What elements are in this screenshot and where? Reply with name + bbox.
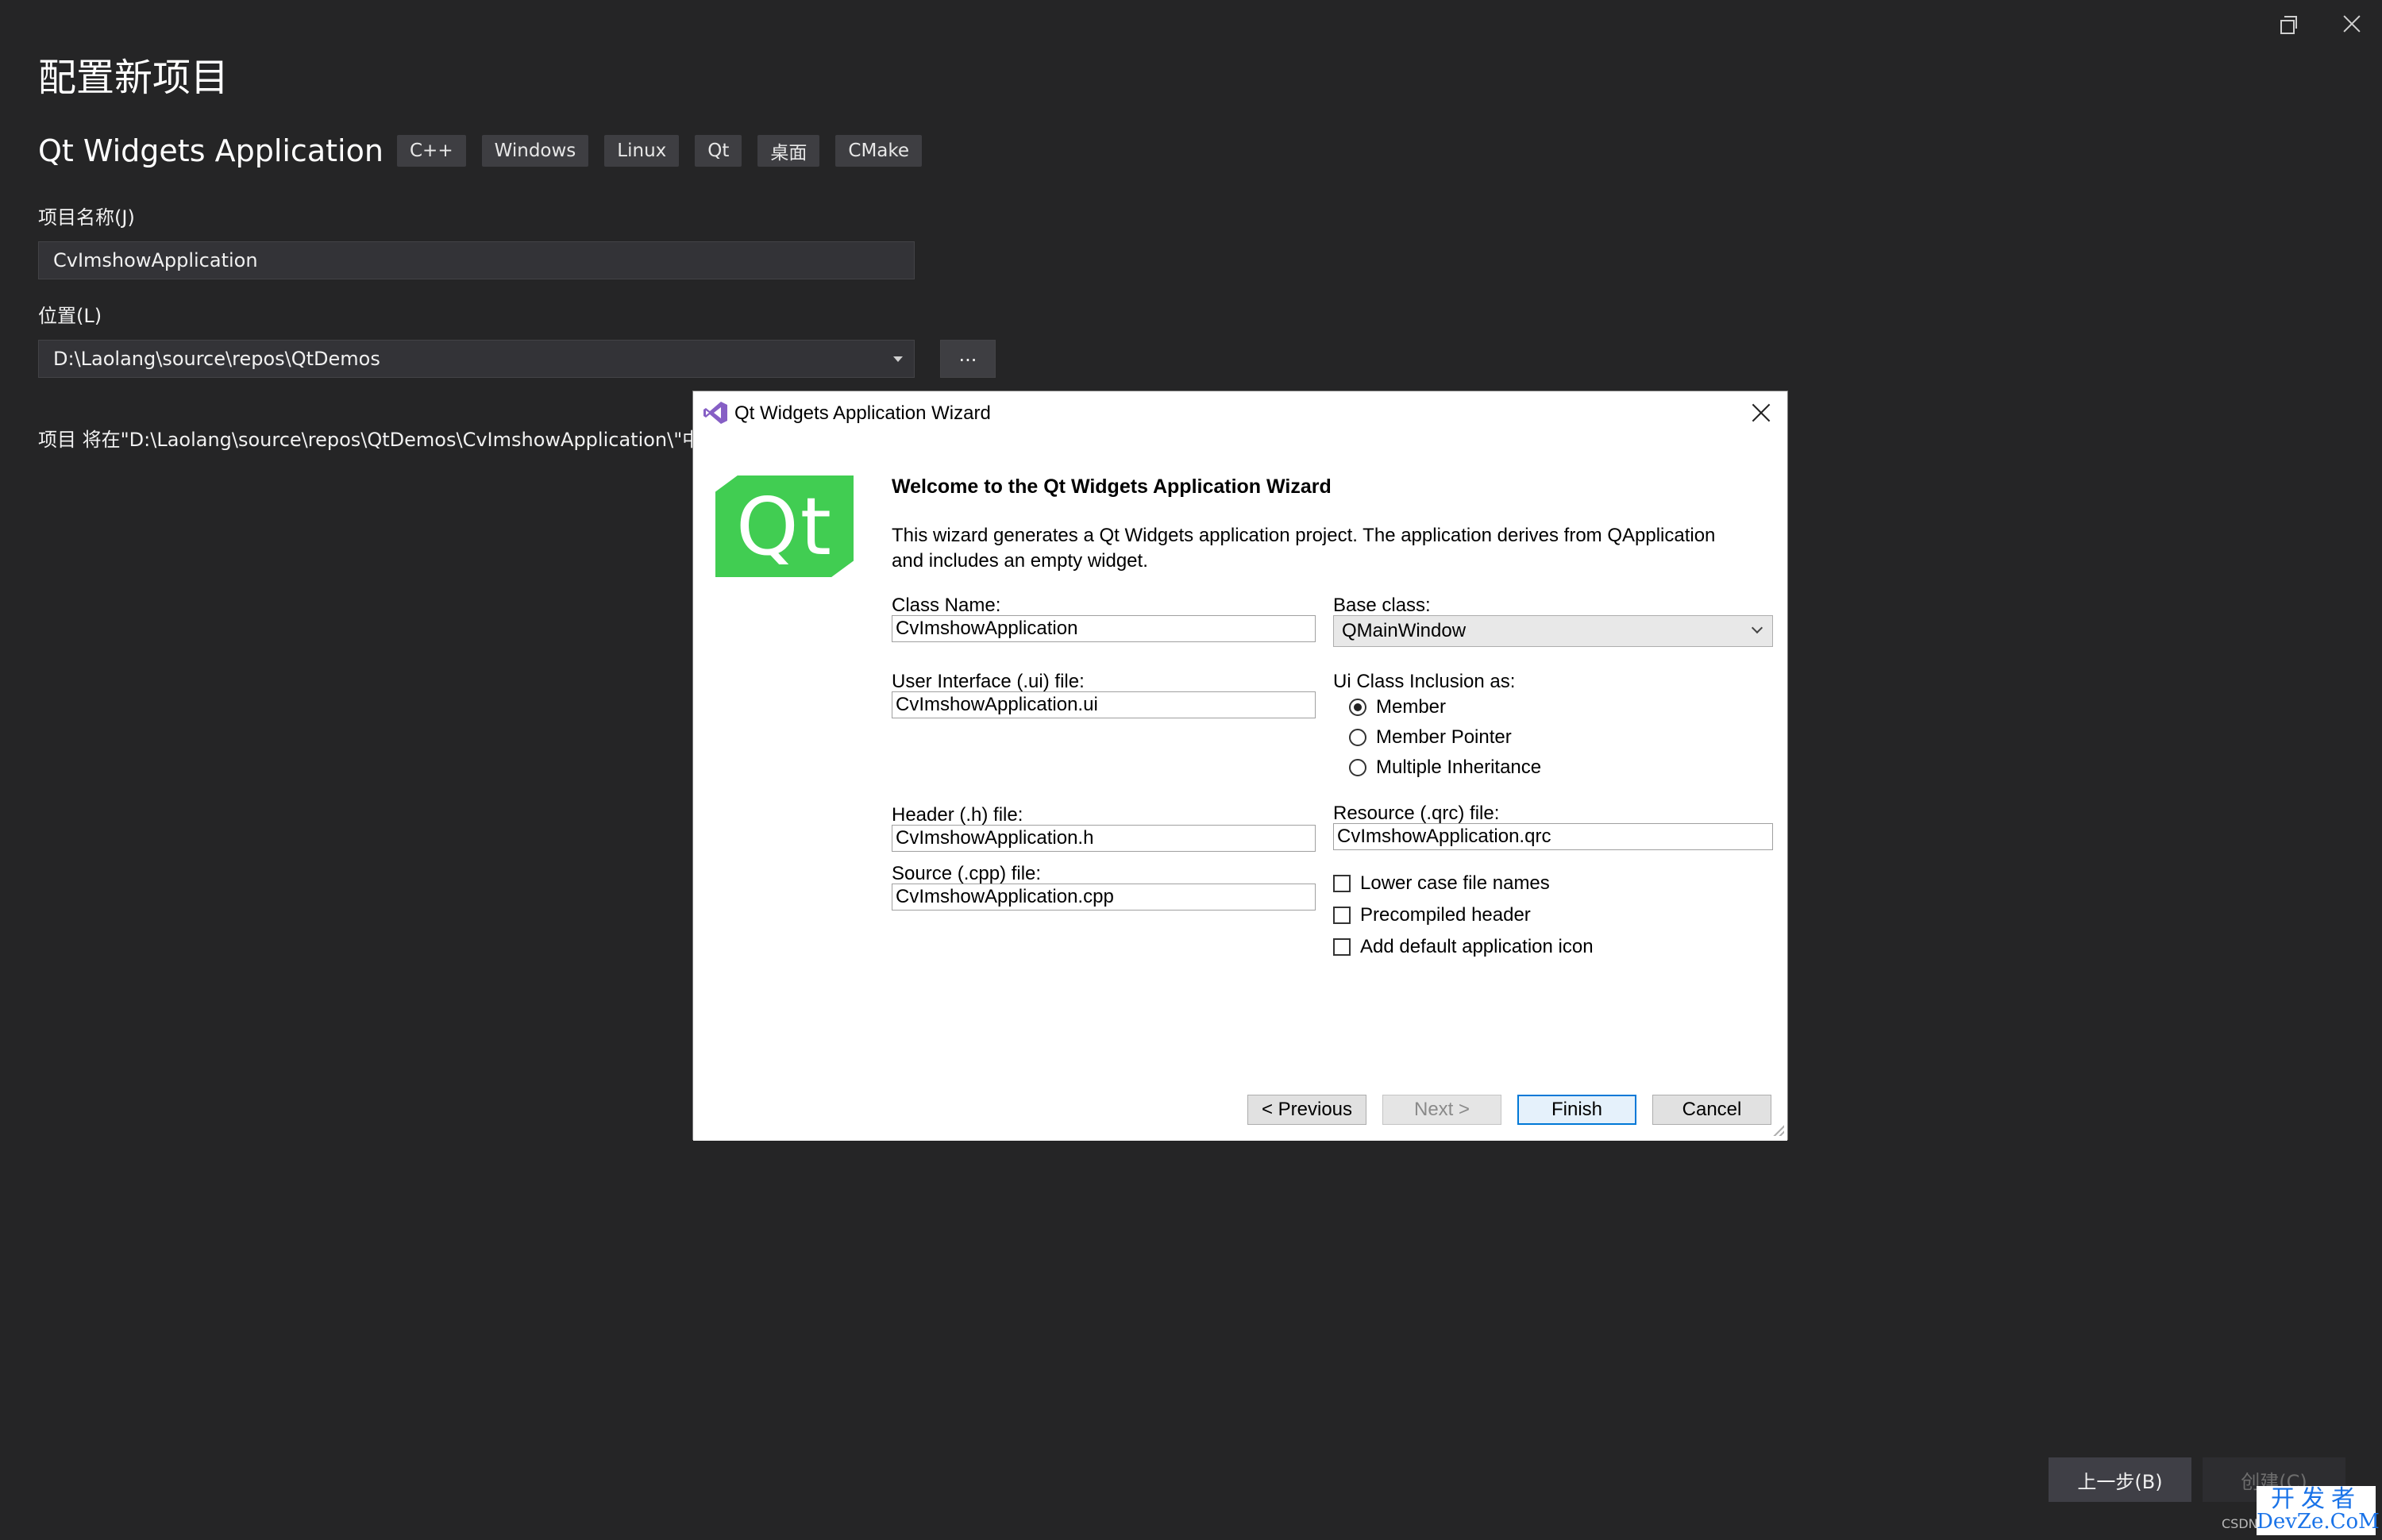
next-button[interactable]: Next > bbox=[1382, 1095, 1501, 1125]
resource-file-input[interactable]: CvImshowApplication.qrc bbox=[1333, 823, 1773, 850]
watermark-logo: 开发者 DevZe.CoM bbox=[2257, 1485, 2380, 1535]
finish-button[interactable]: Finish bbox=[1517, 1095, 1636, 1125]
checkbox-label: Precompiled header bbox=[1360, 904, 1531, 926]
close-icon bbox=[2343, 15, 2361, 33]
previous-button[interactable]: < Previous bbox=[1247, 1095, 1366, 1125]
source-file-label: Source (.cpp) file: bbox=[892, 863, 1042, 884]
project-name-label: 项目名称(J) bbox=[38, 206, 135, 229]
class-name-input[interactable]: CvImshowApplication bbox=[892, 615, 1316, 642]
radio-icon[interactable] bbox=[1349, 759, 1366, 776]
checkbox-icon[interactable] bbox=[1333, 907, 1351, 924]
watermark-top: 开发者 bbox=[2271, 1485, 2361, 1513]
watermark-csdn: CSDN bbox=[2222, 1516, 2258, 1531]
dialog-title: Qt Widgets Application Wizard bbox=[734, 402, 991, 424]
tag-windows: Windows bbox=[481, 135, 589, 167]
dialog-body: Qt Welcome to the Qt Widgets Application… bbox=[693, 434, 1787, 1141]
radio-multiple-inheritance[interactable]: Multiple Inheritance bbox=[1349, 757, 1541, 779]
header-file-input[interactable]: CvImshowApplication.h bbox=[892, 825, 1316, 852]
base-class-value: QMainWindow bbox=[1342, 620, 1467, 641]
wizard-heading: Welcome to the Qt Widgets Application Wi… bbox=[892, 475, 1332, 498]
ui-file-label: User Interface (.ui) file: bbox=[892, 671, 1085, 692]
checkbox-label: Add default application icon bbox=[1360, 936, 1594, 957]
tag-qt: Qt bbox=[695, 135, 742, 167]
class-name-label: Class Name: bbox=[892, 595, 1001, 616]
radio-label: Member Pointer bbox=[1376, 726, 1512, 748]
radio-member-pointer[interactable]: Member Pointer bbox=[1349, 726, 1512, 749]
base-class-label: Base class: bbox=[1333, 595, 1431, 616]
ui-file-input[interactable]: CvImshowApplication.ui bbox=[892, 691, 1316, 718]
resource-file-label: Resource (.qrc) file: bbox=[1333, 803, 1500, 824]
checkbox-label: Lower case file names bbox=[1360, 872, 1550, 894]
page-title: 配置新项目 bbox=[38, 56, 229, 100]
dialog-titlebar: Qt Widgets Application Wizard bbox=[693, 391, 1787, 434]
back-button[interactable]: 上一步(B) bbox=[2049, 1457, 2191, 1502]
template-name: Qt Widgets Application bbox=[38, 133, 384, 168]
checkbox-icon[interactable] bbox=[1333, 875, 1351, 892]
location-combobox[interactable]: D:\Laolang\source\repos\QtDemos bbox=[38, 340, 915, 378]
project-path-note: 项目 将在"D:\Laolang\source\repos\QtDemos\Cv… bbox=[38, 429, 697, 451]
radio-icon[interactable] bbox=[1349, 699, 1366, 716]
location-value: D:\Laolang\source\repos\QtDemos bbox=[53, 348, 380, 370]
cancel-button[interactable]: Cancel bbox=[1652, 1095, 1771, 1125]
tag-desktop: 桌面 bbox=[757, 135, 820, 167]
checkbox-precompiled-header[interactable]: Precompiled header bbox=[1333, 904, 1531, 926]
qt-wizard-dialog: Qt Widgets Application Wizard Qt Welcome… bbox=[692, 391, 1788, 1141]
checkbox-default-icon[interactable]: Add default application icon bbox=[1333, 936, 1594, 958]
watermark-bottom: DevZe.CoM bbox=[2257, 1510, 2380, 1534]
close-window-button[interactable] bbox=[2315, 0, 2382, 48]
location-label: 位置(L) bbox=[38, 305, 102, 327]
inclusion-label: Ui Class Inclusion as: bbox=[1333, 671, 1516, 692]
project-name-input[interactable]: CvImshowApplication bbox=[38, 241, 915, 279]
chevron-down-icon bbox=[1751, 622, 1763, 634]
tag-cpp: C++ bbox=[397, 135, 466, 167]
source-file-input[interactable]: CvImshowApplication.cpp bbox=[892, 884, 1316, 911]
browse-button[interactable]: ... bbox=[940, 340, 996, 378]
header-file-label: Header (.h) file: bbox=[892, 804, 1023, 826]
close-icon[interactable] bbox=[1751, 402, 1771, 423]
restore-button[interactable] bbox=[2252, 0, 2325, 48]
radio-label: Member bbox=[1376, 696, 1447, 718]
radio-member[interactable]: Member bbox=[1349, 696, 1446, 718]
tag-linux: Linux bbox=[604, 135, 680, 167]
restore-icon bbox=[2280, 16, 2297, 34]
checkbox-icon[interactable] bbox=[1333, 938, 1351, 956]
tag-cmake: CMake bbox=[835, 135, 923, 167]
template-tags: C++ Windows Linux Qt 桌面 CMake bbox=[397, 135, 923, 167]
wizard-description: This wizard generates a Qt Widgets appli… bbox=[892, 525, 1716, 572]
dropdown-arrow-icon[interactable] bbox=[893, 356, 903, 362]
visual-studio-icon bbox=[703, 402, 727, 424]
radio-label: Multiple Inheritance bbox=[1376, 757, 1542, 778]
radio-icon[interactable] bbox=[1349, 729, 1366, 746]
checkbox-lower-case[interactable]: Lower case file names bbox=[1333, 872, 1550, 895]
base-class-select[interactable]: QMainWindow bbox=[1333, 615, 1773, 647]
qt-logo: Qt bbox=[715, 475, 854, 577]
